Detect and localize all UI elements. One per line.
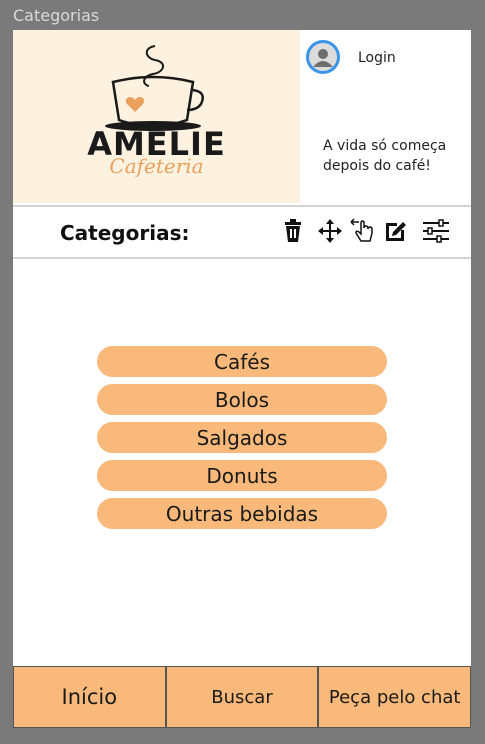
toolbar-title: Categorias: — [60, 221, 190, 245]
brand-subtitle: Cafeteria — [109, 154, 204, 178]
move-icon — [318, 219, 342, 243]
filter-button[interactable] — [422, 217, 450, 245]
delete-button[interactable] — [279, 217, 307, 245]
nav-chat[interactable]: Peça pelo chat — [318, 666, 472, 728]
edit-icon — [386, 222, 406, 241]
category-button-outras-bebidas[interactable]: Outras bebidas — [97, 498, 387, 529]
tap-hand-icon — [350, 218, 373, 242]
tagline: A vida só começa depois do café! — [323, 138, 447, 174]
category-button-salgados[interactable]: Salgados — [97, 422, 387, 453]
category-list: Cafés Bolos Salgados Donuts Outras bebid… — [97, 346, 387, 536]
nav-home[interactable]: Início — [13, 666, 166, 728]
brand-banner: AMELIE Cafeteria — [13, 30, 300, 203]
category-button-cafes[interactable]: Cafés — [97, 346, 387, 377]
user-icon — [313, 49, 333, 67]
bottom-nav: Início Buscar Peça pelo chat — [13, 666, 472, 728]
categories-toolbar: Categorias: — [13, 205, 471, 259]
login-label[interactable]: Login — [358, 50, 396, 66]
trash-icon — [285, 219, 301, 242]
window-title: Categorias — [13, 6, 100, 25]
coffee-cup-logo-icon — [105, 45, 204, 131]
move-button[interactable] — [316, 217, 344, 245]
app-frame: AMELIE Cafeteria Login A vida só começa … — [13, 30, 472, 728]
drag-button[interactable] — [348, 217, 376, 245]
avatar[interactable] — [306, 40, 340, 74]
sliders-icon — [423, 219, 449, 243]
edit-button[interactable] — [382, 217, 410, 245]
nav-search[interactable]: Buscar — [165, 666, 319, 728]
category-button-donuts[interactable]: Donuts — [97, 460, 387, 491]
category-button-bolos[interactable]: Bolos — [97, 384, 387, 415]
